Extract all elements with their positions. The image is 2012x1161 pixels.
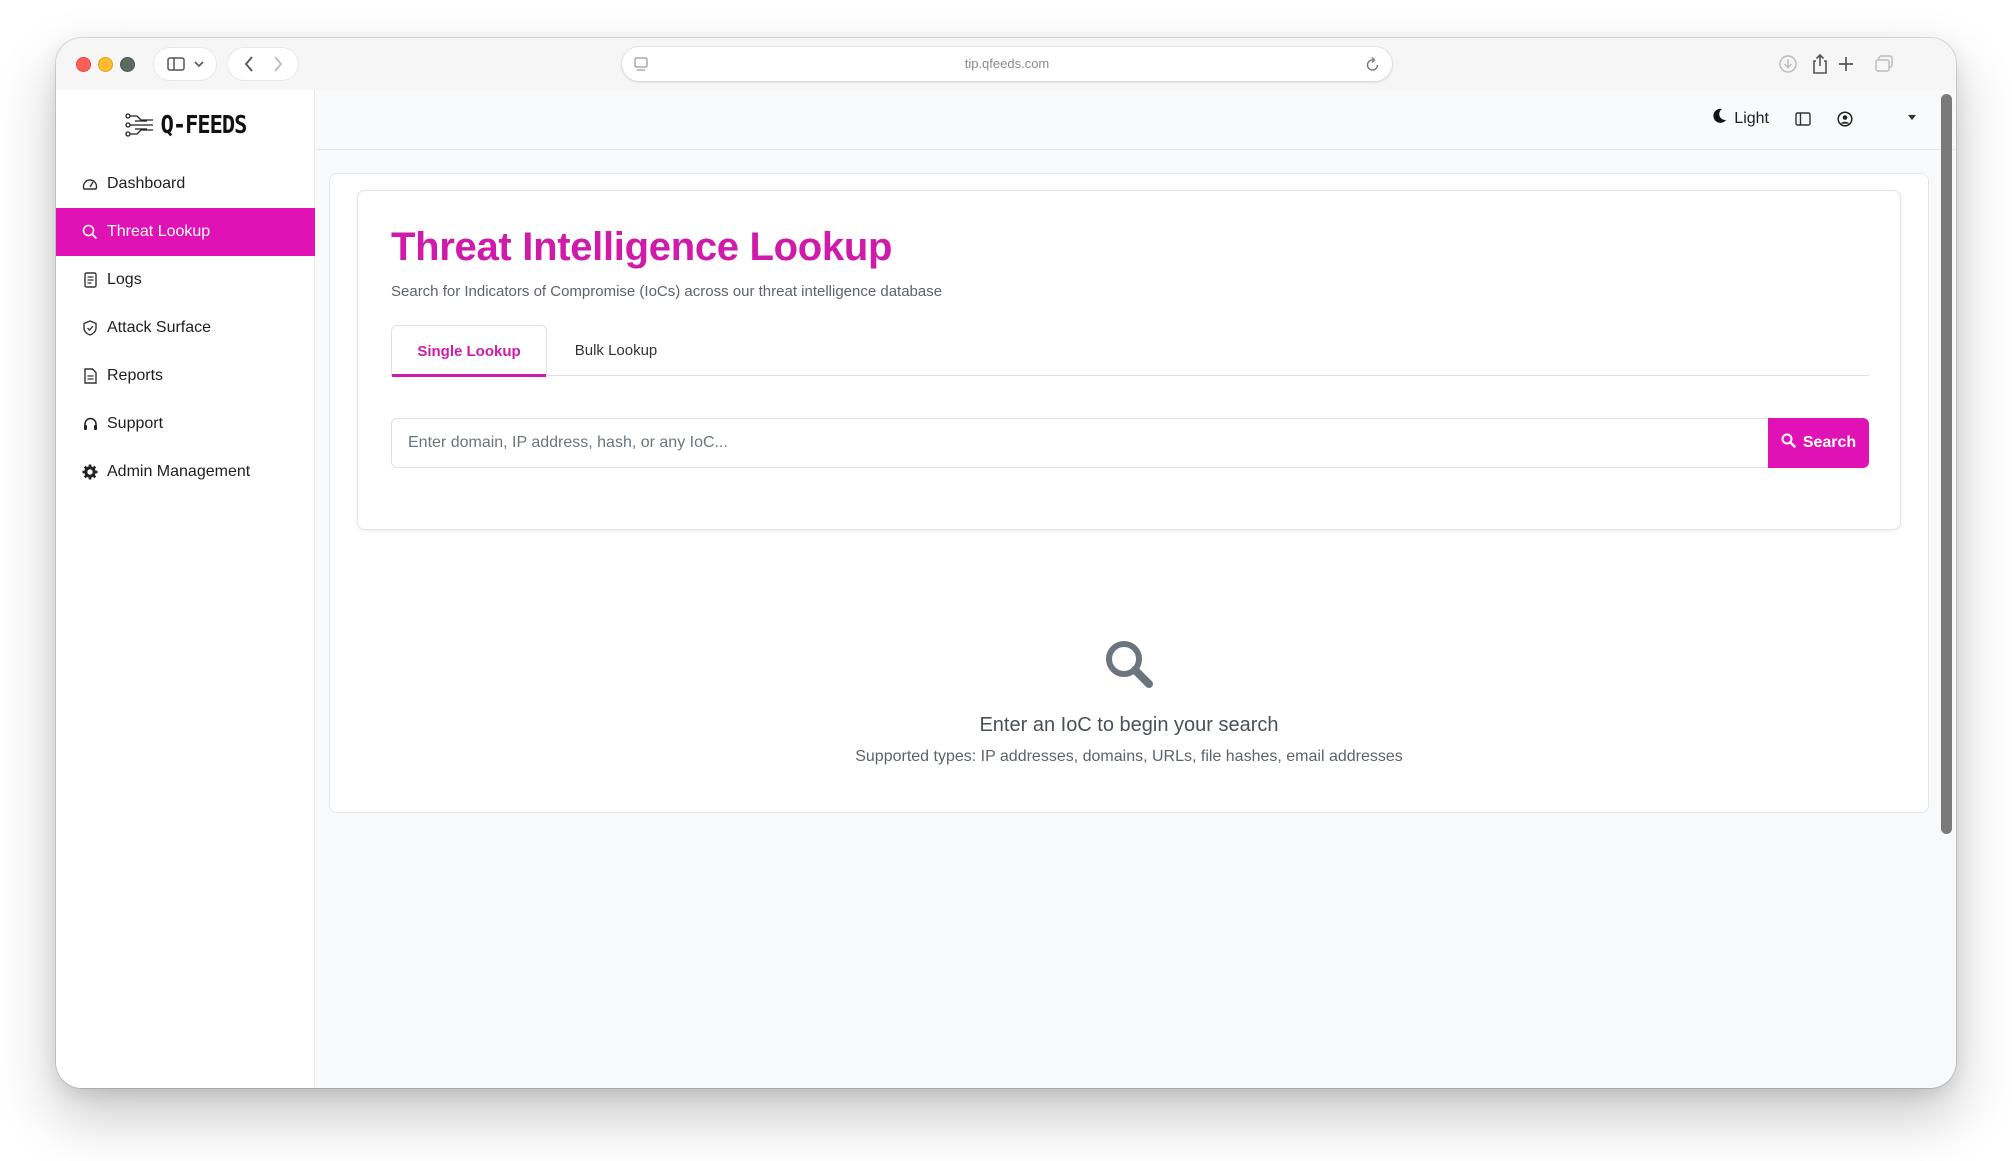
- chevron-down-icon[interactable]: [193, 60, 204, 68]
- top-header: Light: [316, 90, 1956, 150]
- logo-circuit-icon: [124, 113, 153, 137]
- sidebar-item-reports[interactable]: Reports: [56, 352, 315, 400]
- address-bar[interactable]: tip.qfeeds.com: [622, 47, 1392, 81]
- forward-icon[interactable]: [273, 56, 283, 72]
- search-card: Threat Intelligence Lookup Search for In…: [357, 190, 1901, 530]
- search-button[interactable]: Search: [1768, 418, 1869, 468]
- sidebar-item-label: Attack Surface: [107, 319, 212, 336]
- layout-toggle-icon[interactable]: [1792, 108, 1814, 130]
- sidebar-item-label: Threat Lookup: [107, 223, 211, 240]
- sidebar-item-threat-lookup[interactable]: Threat Lookup: [56, 208, 315, 256]
- sidebar-item-admin-management[interactable]: Admin Management: [56, 448, 315, 496]
- shield-icon: [82, 320, 98, 336]
- back-icon[interactable]: [244, 56, 254, 72]
- minimize-window-button[interactable]: [98, 57, 113, 72]
- sidebar-nav: Dashboard Threat Lookup Logs Attack Surf…: [56, 160, 315, 496]
- sidebar-item-support[interactable]: Support: [56, 400, 315, 448]
- page-subtitle: Search for Indicators of Compromise (IoC…: [391, 283, 943, 300]
- share-icon[interactable]: [1808, 52, 1832, 76]
- browser-toolbar: tip.qfeeds.com: [56, 38, 1956, 90]
- new-tab-icon[interactable]: [1834, 52, 1858, 76]
- search-icon: [1781, 433, 1796, 453]
- download-icon[interactable]: [1776, 52, 1800, 76]
- ioc-search-input[interactable]: [391, 418, 1768, 468]
- empty-state-subtitle: Supported types: IP addresses, domains, …: [855, 748, 1403, 765]
- sidebar-toggle-group: [154, 48, 216, 80]
- search-row: Search: [391, 418, 1869, 468]
- sidebar-item-label: Dashboard: [107, 175, 186, 192]
- sidebar-item-label: Admin Management: [107, 463, 251, 480]
- sidebar-item-label: Logs: [107, 271, 142, 288]
- sidebar-item-label: Reports: [107, 367, 164, 384]
- caret-down-icon[interactable]: [1908, 115, 1916, 120]
- search-icon: [82, 224, 98, 240]
- lookup-tabs: Single Lookup Bulk Lookup: [391, 325, 1869, 377]
- tab-single-lookup[interactable]: Single Lookup: [391, 325, 547, 377]
- brand-name: Q-FEEDS: [160, 110, 248, 140]
- sidebar-item-logs[interactable]: Logs: [56, 256, 315, 304]
- log-file-icon: [82, 272, 98, 288]
- browser-window: tip.qfeeds.com Q-FEEDS Dashboard Threat …: [56, 38, 1956, 1088]
- theme-label: Light: [1734, 109, 1769, 127]
- report-file-icon: [82, 368, 98, 384]
- theme-toggle-button[interactable]: Light: [1712, 108, 1769, 129]
- gear-icon: [82, 464, 98, 480]
- tab-overview-icon[interactable]: [1872, 52, 1896, 76]
- brand-logo[interactable]: Q-FEEDS: [56, 110, 315, 140]
- tab-bulk-lookup[interactable]: Bulk Lookup: [547, 325, 685, 376]
- sidebar-item-dashboard[interactable]: Dashboard: [56, 160, 315, 208]
- user-icon[interactable]: [1834, 108, 1856, 130]
- sidebar-item-attack-surface[interactable]: Attack Surface: [56, 304, 315, 352]
- empty-state-title: Enter an IoC to begin your search: [979, 714, 1279, 736]
- sidebar-toggle-icon[interactable]: [166, 57, 185, 71]
- sidebar: Q-FEEDS Dashboard Threat Lookup Logs Att…: [56, 90, 315, 1088]
- zoom-window-button[interactable]: [120, 57, 135, 72]
- close-window-button[interactable]: [76, 57, 91, 72]
- magnifier-icon: [1103, 638, 1155, 695]
- reload-icon[interactable]: [1366, 56, 1380, 77]
- search-button-label: Search: [1802, 434, 1857, 451]
- gauge-icon: [82, 176, 98, 192]
- page-scrollbar[interactable]: [1941, 94, 1952, 834]
- history-nav-group: [228, 48, 298, 80]
- headset-icon: [82, 416, 98, 432]
- moon-icon: [1712, 108, 1727, 129]
- sidebar-item-label: Support: [107, 415, 164, 432]
- page-title: Threat Intelligence Lookup: [391, 225, 893, 269]
- url-text: tip.qfeeds.com: [964, 56, 1050, 71]
